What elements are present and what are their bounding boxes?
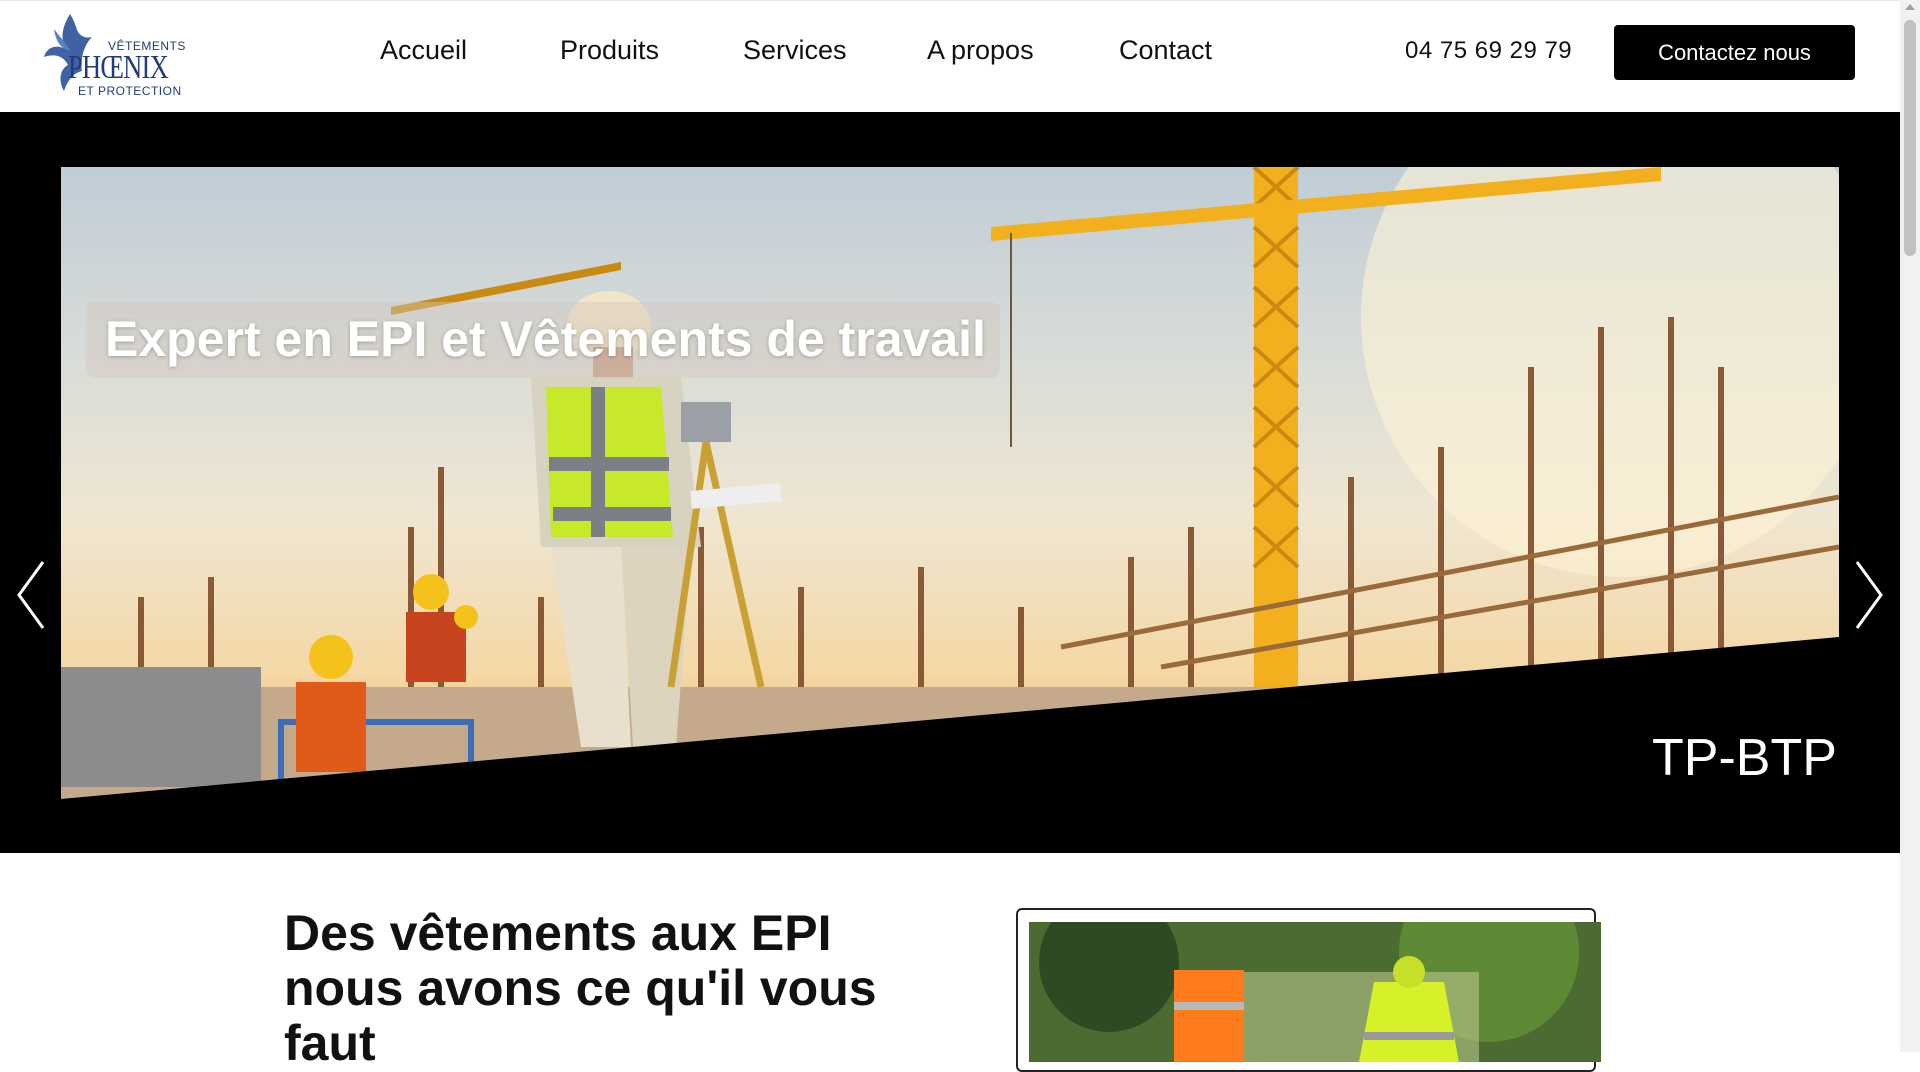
scroll-up-arrow-icon[interactable] (1905, 4, 1915, 10)
section-title: Des vêtements aux EPI nous avons ce qu'i… (284, 905, 877, 1071)
hero-slider: Expert en EPI et Vêtements de travail (0, 112, 1900, 853)
nav-item-accueil[interactable]: Accueil (380, 35, 467, 66)
nav-item-produits[interactable]: Produits (560, 35, 659, 66)
chevron-left-icon[interactable] (17, 560, 47, 630)
phone-number[interactable]: 04 75 69 29 79 (1405, 37, 1572, 65)
slide-caption: TP-BTP (1652, 729, 1837, 787)
hero-title: Expert en EPI et Vêtements de travail (105, 311, 986, 367)
workwear-photo-illustration (1029, 922, 1601, 1062)
contact-us-button[interactable]: Contactez nous (1614, 25, 1855, 80)
nav-item-contact[interactable]: Contact (1119, 35, 1212, 66)
nav-item-services[interactable]: Services (743, 35, 847, 66)
scrollbar-thumb[interactable] (1904, 20, 1916, 256)
chevron-right-icon[interactable] (1853, 560, 1883, 630)
site-header: VÊTEMENTS PHŒNIX ET PROTECTION Accueil P… (0, 0, 1900, 113)
logo-text-main: PHŒNIX (68, 49, 169, 86)
hero-slide-image (61, 167, 1839, 799)
brand-logo[interactable]: VÊTEMENTS PHŒNIX ET PROTECTION (40, 9, 190, 99)
hero-diagonal-band (61, 637, 1839, 799)
logo-text-bottom: ET PROTECTION (78, 84, 182, 98)
nav-item-a-propos[interactable]: A propos (927, 35, 1034, 66)
workwear-product-image (1029, 922, 1601, 1062)
